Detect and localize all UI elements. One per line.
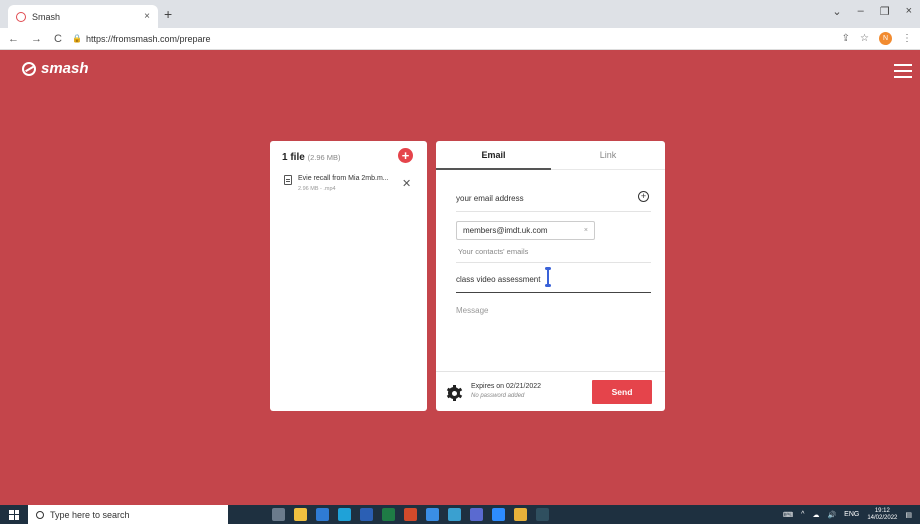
tab-link[interactable]: Link bbox=[551, 141, 665, 170]
bookmark-star-icon[interactable]: ☆ bbox=[860, 33, 869, 44]
footer-divider bbox=[436, 371, 665, 372]
teams-icon[interactable] bbox=[470, 508, 483, 521]
smash-logo-icon bbox=[22, 61, 36, 76]
start-button[interactable] bbox=[0, 505, 28, 524]
add-file-button[interactable]: + bbox=[398, 148, 413, 163]
browser-tab-bar: Smash × + ⌄ – ❐ × bbox=[0, 0, 920, 28]
browser-menu-icon[interactable]: ⋮ bbox=[902, 33, 912, 44]
clock-time: 19:12 bbox=[874, 507, 890, 514]
notifications-icon[interactable]: ▤ bbox=[905, 511, 912, 519]
address-bar: ← → C 🔒 https://fromsmash.com/prepare ⇪ … bbox=[0, 28, 920, 50]
tab-search-icon[interactable]: ⌄ bbox=[832, 5, 841, 18]
remove-file-icon[interactable]: ✕ bbox=[402, 177, 411, 190]
tab-close-icon[interactable]: × bbox=[144, 11, 150, 22]
zoom-icon[interactable] bbox=[492, 508, 505, 521]
email-panel: Email Link your email address + members@… bbox=[436, 141, 665, 411]
smash-favicon-icon bbox=[16, 11, 26, 22]
clock[interactable]: 19:12 14/02/2022 bbox=[867, 508, 897, 522]
password-status: No password added bbox=[471, 393, 525, 399]
reload-icon[interactable]: C bbox=[54, 33, 62, 45]
file-name: Evie recall from Mia 2mb.m... bbox=[298, 175, 389, 182]
system-tray: ⌨ ^ ☁ 🔊 ENG 19:12 14/02/2022 ▤ bbox=[783, 505, 912, 524]
taskbar-search[interactable]: Type here to search bbox=[28, 505, 228, 524]
store-icon[interactable] bbox=[448, 508, 461, 521]
your-email-placeholder: your email address bbox=[456, 194, 524, 203]
settings-gear[interactable] bbox=[448, 387, 460, 399]
window-controls: ⌄ – ❐ × bbox=[832, 5, 912, 18]
contacts-email-input[interactable]: Your contacts' emails bbox=[458, 247, 528, 256]
clock-date: 14/02/2022 bbox=[867, 514, 898, 521]
edge-icon[interactable] bbox=[338, 508, 351, 521]
hamburger-menu-icon[interactable] bbox=[894, 64, 912, 78]
text-cursor bbox=[545, 267, 551, 287]
file-meta: 2.96 MB - .mp4 bbox=[298, 186, 336, 192]
tab-email[interactable]: Email bbox=[436, 141, 551, 170]
volume-icon[interactable]: 🔊 bbox=[827, 511, 836, 519]
onedrive-icon[interactable] bbox=[426, 508, 439, 521]
profile-avatar[interactable]: N bbox=[879, 32, 892, 45]
taskbar-apps bbox=[272, 508, 549, 521]
transfer-tabs: Email Link bbox=[436, 141, 665, 170]
back-arrow-icon[interactable]: ← bbox=[8, 33, 19, 45]
outlook-icon[interactable] bbox=[316, 508, 329, 521]
new-tab-button[interactable]: + bbox=[164, 6, 172, 22]
share-icon[interactable]: ⇪ bbox=[842, 33, 850, 44]
task-view-icon[interactable] bbox=[272, 508, 285, 521]
tray-expand-icon[interactable]: ^ bbox=[801, 511, 804, 518]
smash-logo[interactable]: smash bbox=[22, 60, 89, 77]
minimize-button[interactable]: – bbox=[858, 5, 864, 18]
your-email-field[interactable]: your email address + bbox=[456, 191, 651, 212]
chip-text: members@imdt.uk.com bbox=[463, 226, 548, 235]
add-circle-icon[interactable]: + bbox=[638, 191, 649, 202]
network-icon[interactable]: ☁ bbox=[812, 511, 819, 519]
browser-tab[interactable]: Smash × bbox=[8, 5, 158, 28]
word-icon[interactable] bbox=[360, 508, 373, 521]
total-size: (2.96 MB) bbox=[307, 153, 341, 162]
windows-logo-icon bbox=[9, 509, 19, 520]
maximize-button[interactable]: ❐ bbox=[880, 5, 890, 18]
lock-icon: 🔒 bbox=[72, 34, 82, 43]
chrome-icon[interactable] bbox=[514, 508, 527, 521]
forward-arrow-icon[interactable]: → bbox=[31, 33, 42, 45]
transfer-title-field[interactable]: class video assessment bbox=[456, 267, 651, 293]
excel-icon[interactable] bbox=[382, 508, 395, 521]
windows-taskbar: Type here to search ⌨ ^ ☁ 🔊 ENG 19:12 14… bbox=[0, 505, 920, 524]
search-icon bbox=[36, 510, 44, 519]
expiry-text: Expires on 02/21/2022 bbox=[471, 383, 542, 390]
tab-title: Smash bbox=[32, 11, 61, 22]
file-count: 1 file bbox=[282, 152, 305, 163]
powerpoint-icon[interactable] bbox=[404, 508, 417, 521]
contacts-divider bbox=[456, 262, 651, 263]
chip-remove-icon[interactable]: × bbox=[584, 222, 588, 239]
message-field[interactable]: Message bbox=[456, 306, 488, 315]
app-icon[interactable] bbox=[536, 508, 549, 521]
close-window-button[interactable]: × bbox=[906, 5, 912, 18]
files-panel: 1 file (2.96 MB) + Evie recall from Mia … bbox=[270, 141, 427, 411]
url-text: https://fromsmash.com/prepare bbox=[85, 33, 211, 44]
send-button[interactable]: Send bbox=[592, 380, 652, 404]
address-bar-actions: ⇪ ☆ N ⋮ bbox=[842, 32, 912, 45]
logo-text: smash bbox=[41, 60, 89, 77]
contact-email-chip[interactable]: members@imdt.uk.com × bbox=[456, 221, 595, 240]
document-icon bbox=[284, 175, 292, 185]
language-indicator[interactable]: ENG bbox=[844, 511, 859, 518]
title-value: class video assessment bbox=[456, 275, 541, 284]
files-header: 1 file (2.96 MB) bbox=[282, 152, 341, 163]
nav-buttons: ← → C bbox=[8, 33, 68, 45]
file-explorer-icon[interactable] bbox=[294, 508, 307, 521]
search-placeholder: Type here to search bbox=[50, 509, 130, 520]
url-field[interactable]: 🔒 https://fromsmash.com/prepare bbox=[72, 34, 211, 44]
keyboard-icon[interactable]: ⌨ bbox=[783, 511, 793, 519]
